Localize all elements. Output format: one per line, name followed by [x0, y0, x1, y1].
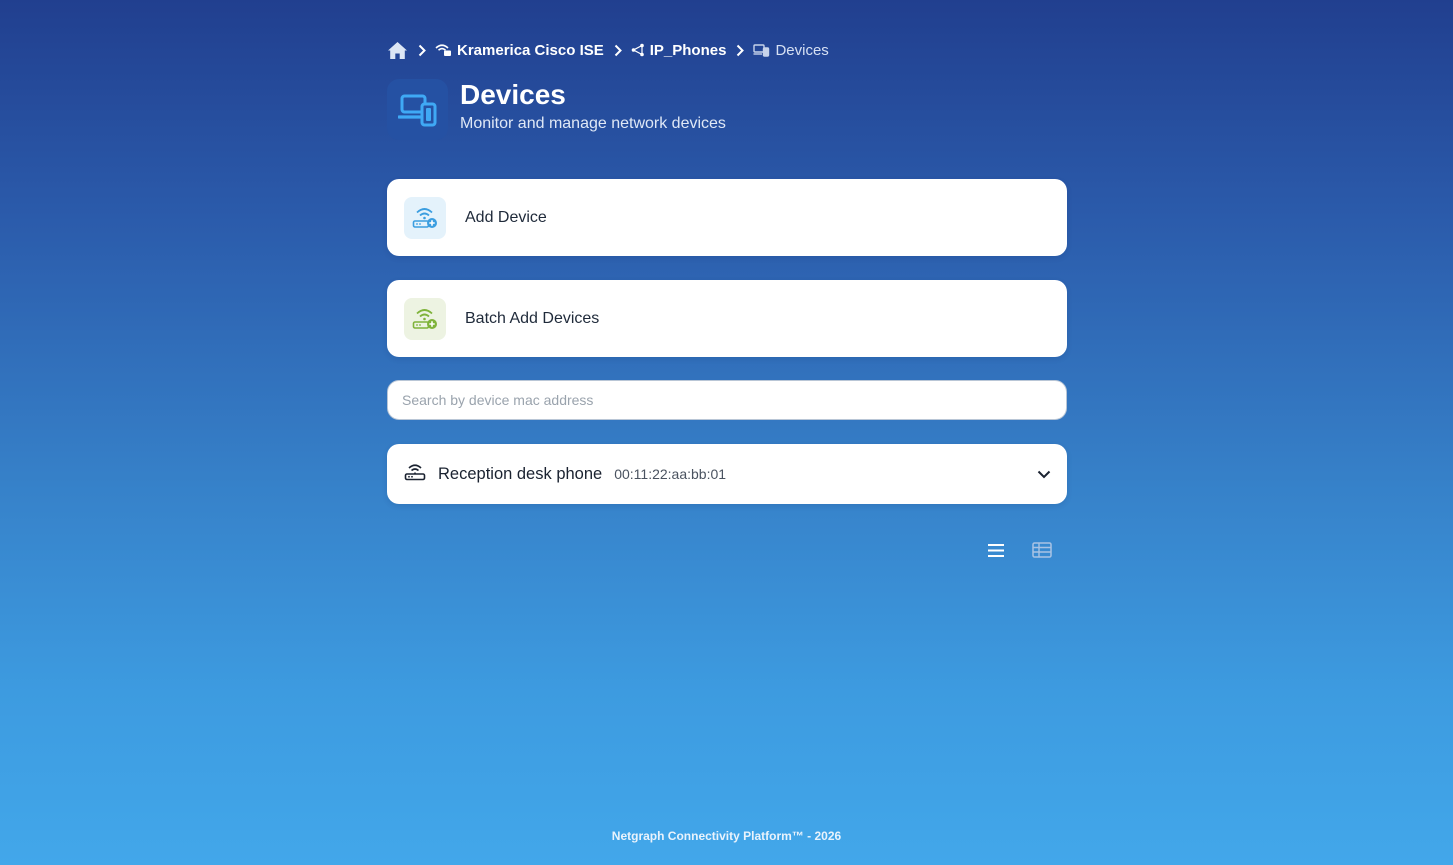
batch-add-devices-button[interactable]: Batch Add Devices — [387, 280, 1067, 357]
router-icon — [404, 463, 426, 486]
search-input[interactable] — [387, 380, 1067, 420]
network-branch-icon — [631, 43, 644, 57]
device-name: Reception desk phone — [438, 464, 603, 483]
list-icon[interactable] — [984, 538, 1008, 562]
chevron-down-icon[interactable] — [1037, 466, 1051, 484]
add-device-button[interactable]: Add Device — [387, 179, 1067, 256]
chevron-right-icon — [736, 44, 745, 57]
devices-icon — [753, 43, 770, 57]
breadcrumb-label: Devices — [775, 41, 829, 59]
header-text: Devices Monitor and manage network devic… — [460, 78, 726, 140]
table-icon[interactable] — [1030, 538, 1054, 562]
page-title: Devices — [460, 79, 566, 110]
breadcrumb-item-kramerica[interactable]: Kramerica Cisco ISE — [435, 42, 604, 59]
footer-text: Netgraph Connectivity Platform™ - 2026 — [611, 829, 842, 843]
chevron-right-icon — [614, 44, 622, 57]
breadcrumb-label: Kramerica Cisco ISE — [457, 41, 604, 59]
device-mac: 00:11:22:aa:bb:01 — [614, 466, 727, 482]
router-add-icon — [404, 196, 446, 239]
view-toggles — [984, 538, 1054, 562]
page-subtitle: Monitor and manage network devices — [460, 115, 726, 132]
breadcrumb: Kramerica Cisco ISE IP_Phones Devices — [387, 38, 829, 62]
home-icon — [388, 41, 407, 59]
breadcrumb-item-devices: Devices — [753, 41, 829, 59]
device-row[interactable]: Reception desk phone 00:11:22:aa:bb:01 — [387, 444, 1067, 504]
page-header: Devices Monitor and manage network devic… — [387, 79, 726, 140]
wifi-router-icon — [435, 44, 451, 56]
devices-icon — [387, 79, 448, 140]
add-device-label: Add Device — [465, 208, 547, 226]
breadcrumb-label: IP_Phones — [649, 41, 727, 59]
breadcrumb-item-ip-phones[interactable]: IP_Phones — [631, 41, 727, 59]
chevron-right-icon — [418, 44, 426, 57]
router-batch-add-icon — [404, 297, 446, 340]
batch-add-devices-label: Batch Add Devices — [465, 309, 600, 327]
breadcrumb-home[interactable] — [387, 41, 408, 60]
